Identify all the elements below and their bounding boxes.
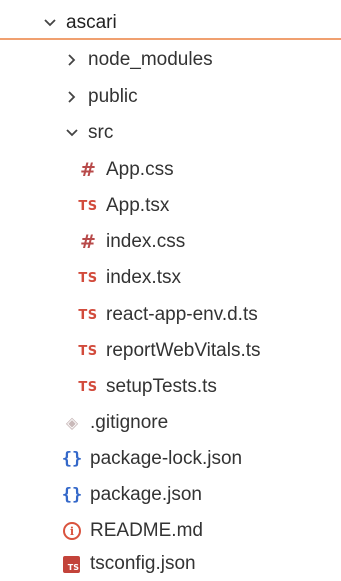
file-label: package.json [90,484,202,505]
file-label: index.css [106,231,186,252]
file-tsconfig[interactable]: TS tsconfig.json [60,547,196,581]
chevron-right-icon[interactable] [64,87,80,107]
typescript-file-icon: TS [78,379,98,395]
file-label: reportWebVitals.ts [106,340,261,361]
chevron-down-icon[interactable] [64,123,80,143]
folder-label: src [88,122,114,143]
root-folder-row[interactable]: ascari [0,6,341,40]
json-file-icon: {} [61,485,83,505]
json-file-icon: {} [61,449,83,469]
root-folder-label: ascari [66,12,117,33]
typescript-file-icon: TS [78,270,98,286]
typescript-file-icon: TS [78,198,98,214]
git-file-icon: ◈ [65,415,79,432]
css-file-icon: # [80,159,96,181]
chevron-right-icon[interactable] [64,50,80,70]
file-label: setupTests.ts [106,376,217,397]
folder-label: node_modules [88,49,213,70]
file-label: tsconfig.json [90,553,196,574]
file-setup-tests[interactable]: TS setupTests.ts [76,370,217,404]
file-package-json[interactable]: {} package.json [60,478,202,512]
file-label: .gitignore [90,412,169,433]
file-label: index.tsx [106,267,181,288]
file-index-css[interactable]: # index.css [76,225,185,259]
file-readme[interactable]: i README.md [60,514,203,548]
typescript-file-icon: TS [78,343,98,359]
folder-public[interactable]: public [64,80,138,114]
file-report-web-vitals[interactable]: TS reportWebVitals.ts [76,334,261,368]
file-app-css[interactable]: # App.css [76,153,174,187]
file-label: App.css [106,159,174,180]
tsconfig-file-icon: TS [63,555,80,573]
file-label: package-lock.json [90,448,243,469]
css-file-icon: # [80,231,96,253]
folder-node-modules[interactable]: node_modules [64,43,213,77]
file-label: react-app-env.d.ts [106,304,258,325]
folder-label: public [88,86,138,107]
file-app-tsx[interactable]: TS App.tsx [76,189,169,223]
file-react-app-env[interactable]: TS react-app-env.d.ts [76,298,258,332]
file-index-tsx[interactable]: TS index.tsx [76,261,181,295]
file-gitignore[interactable]: ◈ .gitignore [60,406,168,440]
file-explorer-tree: ascari node_modules public src # App.css… [0,0,341,575]
chevron-down-icon[interactable] [42,13,58,33]
folder-src[interactable]: src [64,116,113,150]
info-icon: i [63,522,81,540]
file-label: README.md [90,520,203,541]
file-package-lock-json[interactable]: {} package-lock.json [60,442,242,476]
file-label: App.tsx [106,195,170,216]
typescript-file-icon: TS [78,307,98,323]
